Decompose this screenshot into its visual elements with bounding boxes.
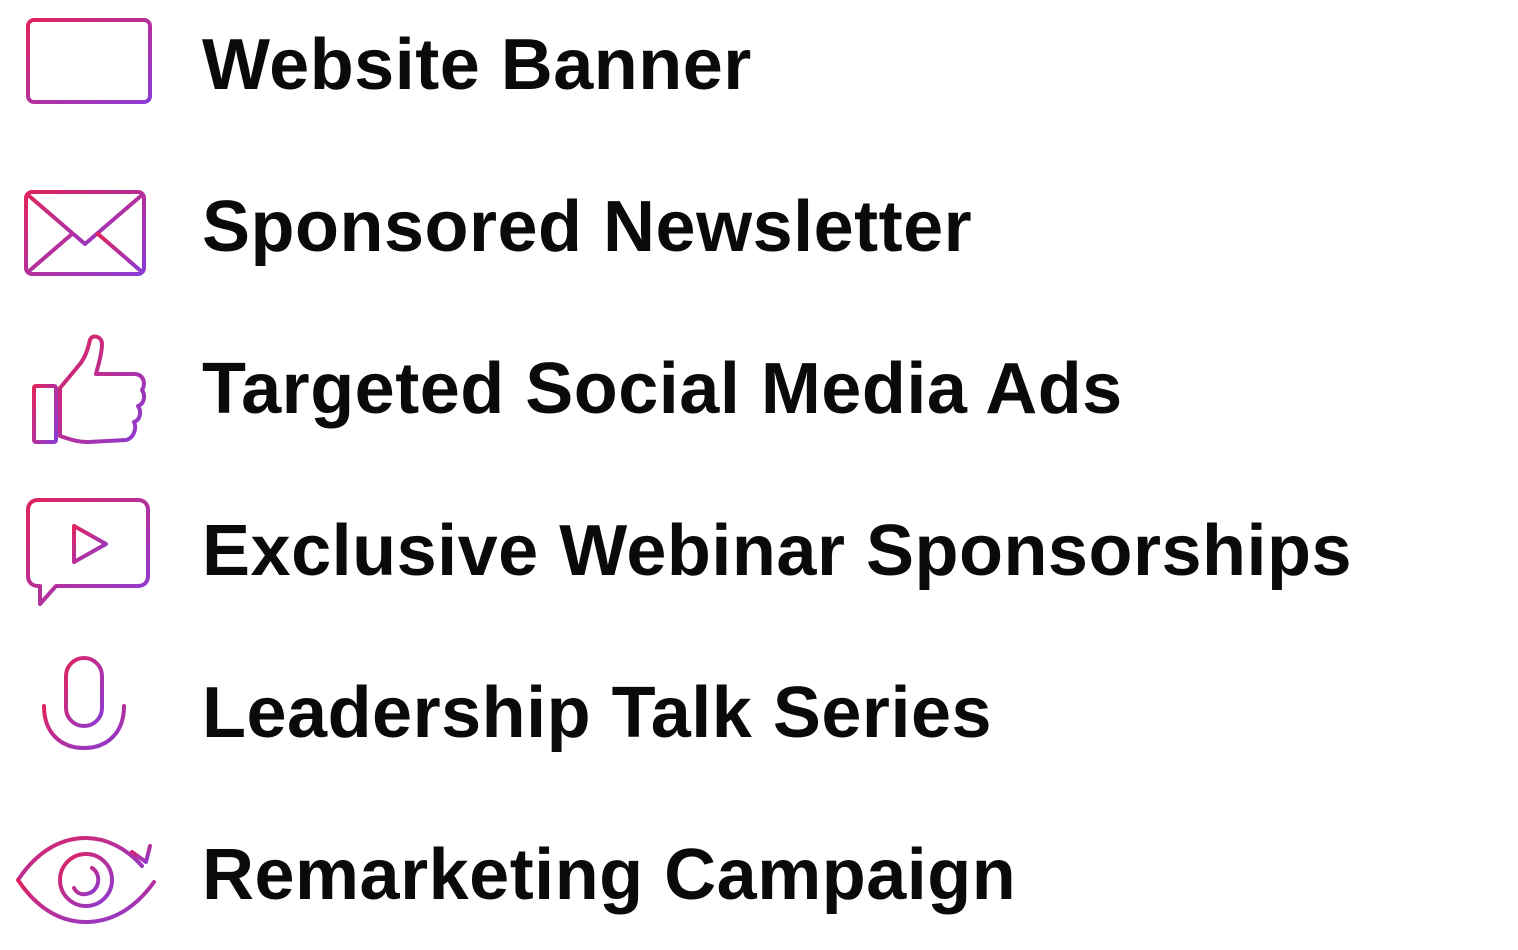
envelope-icon bbox=[10, 162, 160, 292]
list-item-sponsored-newsletter: Sponsored Newsletter bbox=[0, 152, 1518, 302]
item-label: Leadership Talk Series bbox=[202, 673, 993, 753]
list-item-website-banner: Website Banner bbox=[0, 0, 1518, 140]
thumbs-up-icon bbox=[10, 324, 160, 454]
list-item-leadership-talk-series: Leadership Talk Series bbox=[0, 638, 1518, 788]
list-item-remarketing-campaign: Remarketing Campaign bbox=[0, 800, 1518, 950]
list-item-exclusive-webinar-sponsorships: Exclusive Webinar Sponsorships bbox=[0, 476, 1518, 626]
monitor-icon bbox=[10, 0, 160, 130]
item-label: Targeted Social Media Ads bbox=[202, 349, 1123, 429]
item-label: Website Banner bbox=[202, 25, 752, 105]
list-item-targeted-social-media-ads: Targeted Social Media Ads bbox=[0, 314, 1518, 464]
item-label: Exclusive Webinar Sponsorships bbox=[202, 511, 1353, 591]
item-label: Remarketing Campaign bbox=[202, 835, 1017, 915]
item-label: Sponsored Newsletter bbox=[202, 187, 973, 267]
video-chat-play-icon bbox=[10, 486, 160, 616]
offerings-list: Website Banner Sponsored Newsletter Targ… bbox=[0, 0, 1518, 924]
microphone-icon bbox=[10, 648, 160, 778]
eye-refresh-icon bbox=[10, 810, 160, 940]
